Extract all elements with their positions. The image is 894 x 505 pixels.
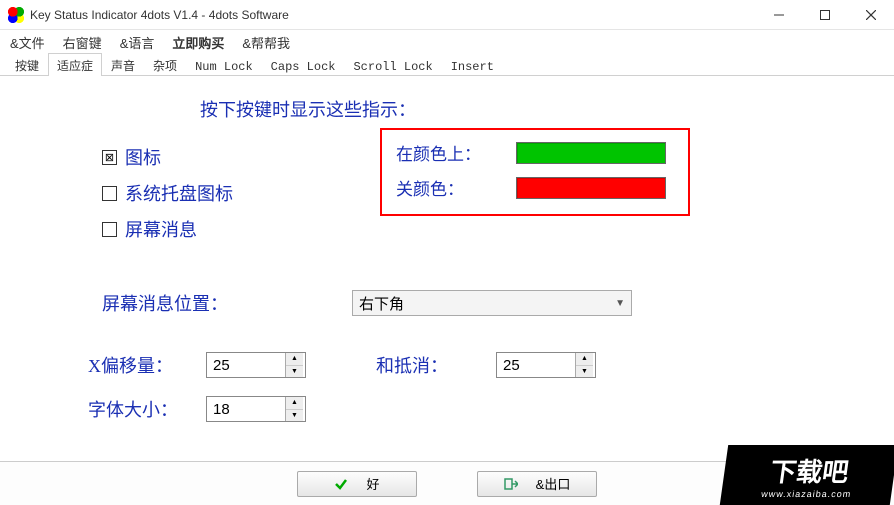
menu-file[interactable]: &文件 xyxy=(10,33,45,52)
menu-language[interactable]: &语言 xyxy=(120,33,155,52)
chevron-down-icon: ▼ xyxy=(615,298,625,309)
section-heading: 按下按键时显示这些指示： xyxy=(200,96,864,122)
maximize-button[interactable] xyxy=(802,0,848,29)
position-label: 屏幕消息位置： xyxy=(102,290,352,316)
tab-indications[interactable]: 适应症 xyxy=(48,53,102,76)
exit-button-label: &出口 xyxy=(536,474,571,493)
spin-down-icon[interactable]: ▼ xyxy=(286,366,303,378)
spin-up-icon[interactable]: ▲ xyxy=(286,353,303,366)
checkbox-icon-label: 图标 xyxy=(125,144,161,170)
ok-button[interactable]: 好 xyxy=(297,471,417,497)
position-value: 右下角 xyxy=(359,293,404,314)
content-area: 按下按键时显示这些指示： ⊠ 图标 系统托盘图标 屏幕消息 在颜色上： 关颜色：… xyxy=(0,76,894,442)
checkbox-osd[interactable] xyxy=(102,222,117,237)
ok-button-label: 好 xyxy=(366,474,379,493)
close-button[interactable] xyxy=(848,0,894,29)
app-icon xyxy=(8,7,24,23)
minimize-button[interactable] xyxy=(756,0,802,29)
spin-up-icon[interactable]: ▲ xyxy=(576,353,593,366)
on-color-label: 在颜色上： xyxy=(396,140,516,165)
spin-down-icon[interactable]: ▼ xyxy=(286,410,303,422)
window-title: Key Status Indicator 4dots V1.4 - 4dots … xyxy=(30,8,756,22)
tab-numlock[interactable]: Num Lock xyxy=(186,56,262,76)
checkbox-osd-label: 屏幕消息 xyxy=(125,216,197,242)
spin-down-icon[interactable]: ▼ xyxy=(576,366,593,378)
tab-bar: 按键 适应症 声音 杂项 Num Lock Caps Lock Scroll L… xyxy=(0,54,894,76)
color-settings-highlight: 在颜色上： 关颜色： xyxy=(380,128,690,216)
check-icon xyxy=(334,477,348,491)
menu-bar: &文件 右窗键 &语言 立即购买 &帮帮我 xyxy=(0,30,894,54)
y-offset-spinner[interactable]: ▲▼ xyxy=(496,352,596,378)
x-offset-spinner[interactable]: ▲▼ xyxy=(206,352,306,378)
tab-scrolllock[interactable]: Scroll Lock xyxy=(344,56,441,76)
x-offset-input[interactable] xyxy=(207,353,285,377)
off-color-swatch[interactable] xyxy=(516,177,666,199)
checkbox-icon[interactable]: ⊠ xyxy=(102,150,117,165)
watermark-sub: www.xiazaiba.com xyxy=(761,489,852,499)
tab-misc[interactable]: 杂项 xyxy=(144,53,186,76)
position-combobox[interactable]: 右下角 ▼ xyxy=(352,290,632,316)
font-size-input[interactable] xyxy=(207,397,285,421)
font-size-label: 字体大小： xyxy=(88,396,206,422)
menu-buy-now[interactable]: 立即购买 xyxy=(172,33,224,52)
tab-keys[interactable]: 按键 xyxy=(6,53,48,76)
tab-capslock[interactable]: Caps Lock xyxy=(262,56,345,76)
spin-up-icon[interactable]: ▲ xyxy=(286,397,303,410)
title-bar: Key Status Indicator 4dots V1.4 - 4dots … xyxy=(0,0,894,30)
on-color-swatch[interactable] xyxy=(516,142,666,164)
watermark-main: 下载吧 xyxy=(768,452,851,489)
y-offset-label: 和抵消： xyxy=(376,352,496,378)
exit-icon xyxy=(504,477,518,491)
x-offset-label: X偏移量： xyxy=(88,352,206,378)
checkbox-tray[interactable] xyxy=(102,186,117,201)
exit-button[interactable]: &出口 xyxy=(477,471,597,497)
tab-sound[interactable]: 声音 xyxy=(102,53,144,76)
watermark-logo: 下载吧 www.xiazaiba.com xyxy=(720,445,894,505)
menu-right-window[interactable]: 右窗键 xyxy=(63,33,102,52)
tab-insert[interactable]: Insert xyxy=(442,56,503,76)
menu-help[interactable]: &帮帮我 xyxy=(242,33,290,52)
checkbox-tray-label: 系统托盘图标 xyxy=(125,180,233,206)
off-color-label: 关颜色： xyxy=(396,175,516,200)
y-offset-input[interactable] xyxy=(497,353,575,377)
font-size-spinner[interactable]: ▲▼ xyxy=(206,396,306,422)
